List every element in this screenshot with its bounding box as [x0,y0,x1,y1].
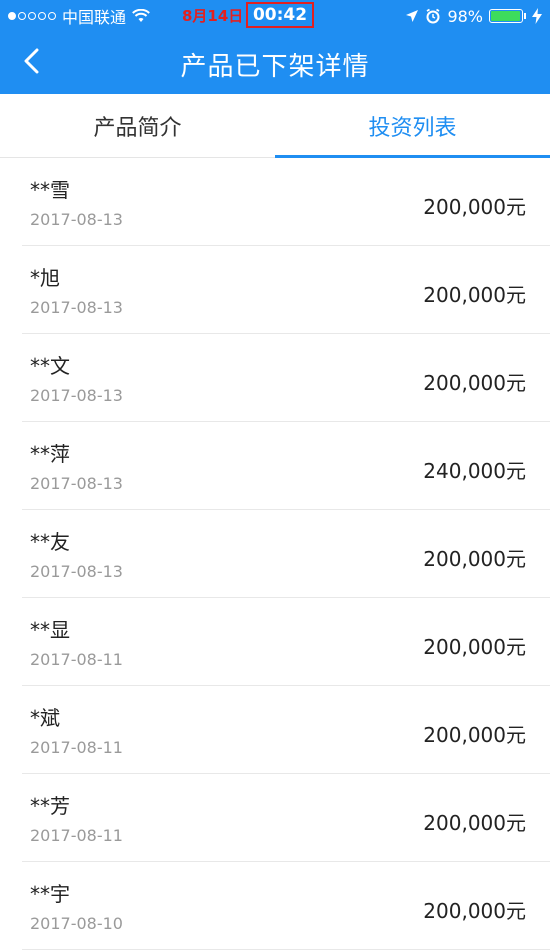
investment-amount: 200,000元 [423,635,526,659]
tab-bar: 产品简介 投资列表 [0,94,550,158]
list-item[interactable]: *斌 2017-08-11 200,000元 [22,686,550,774]
investment-date: 2017-08-13 [30,210,123,229]
investor-name: **雪 [30,178,70,202]
investment-amount: 200,000元 [423,811,526,835]
tab-investment-list[interactable]: 投资列表 [275,94,550,158]
battery-icon [489,9,526,23]
tab-label: 投资列表 [368,115,457,141]
app-header: 中国联通 8月14日 00:42 98% 产品已下架详情 [0,0,550,94]
investment-amount: 200,000元 [423,723,526,747]
alarm-clock-icon [426,8,440,24]
list-item[interactable]: **显 2017-08-11 200,000元 [22,598,550,686]
tab-label: 产品简介 [93,115,182,141]
investment-amount: 240,000元 [423,459,526,483]
list-item[interactable]: *旭 2017-08-13 200,000元 [22,246,550,334]
investment-amount: 200,000元 [423,195,526,219]
list-item[interactable]: **雪 2017-08-13 200,000元 [22,158,550,246]
tab-product-intro[interactable]: 产品简介 [0,94,275,157]
investment-date: 2017-08-13 [30,562,123,581]
investor-name: *旭 [30,266,60,290]
charging-bolt-icon [532,8,542,24]
location-arrow-icon [406,10,419,22]
investment-date: 2017-08-11 [30,650,123,669]
investment-date: 2017-08-11 [30,826,123,845]
list-item[interactable]: **萍 2017-08-13 240,000元 [22,422,550,510]
wifi-icon [132,9,150,22]
carrier-label: 中国联通 [62,8,127,27]
list-item[interactable]: **友 2017-08-13 200,000元 [22,510,550,598]
list-item[interactable]: **宇 2017-08-10 200,000元 [22,862,550,950]
investment-amount: 200,000元 [423,371,526,395]
page-title: 产品已下架详情 [180,52,370,82]
status-right: 98% [405,6,542,26]
investor-name: **友 [30,530,70,554]
investor-name: **芳 [30,794,70,818]
investor-name: **宇 [30,882,70,906]
investment-amount: 200,000元 [423,283,526,307]
signal-strength-icon [8,12,56,20]
list-item[interactable]: **文 2017-08-13 200,000元 [22,334,550,422]
navigation-bar: 产品已下架详情 [0,32,550,94]
status-bar: 中国联通 8月14日 00:42 98% [0,0,550,32]
battery-percent: 98% [447,6,483,26]
investment-amount: 200,000元 [423,547,526,571]
investor-name: **萍 [30,442,70,466]
investment-date: 2017-08-13 [30,474,123,493]
investor-name: **文 [30,354,70,378]
status-time: 00:42 [246,2,314,28]
investment-date: 2017-08-11 [30,738,123,757]
investment-date: 2017-08-13 [30,386,123,405]
investor-name: *斌 [30,706,60,730]
status-left: 中国联通 [8,6,150,27]
investor-name: **显 [30,618,70,642]
investment-date: 2017-08-13 [30,298,123,317]
investment-list: **雪 2017-08-13 200,000元 *旭 2017-08-13 20… [0,158,550,950]
investment-date: 2017-08-10 [30,914,123,933]
investment-amount: 200,000元 [423,899,526,923]
list-item[interactable]: **芳 2017-08-11 200,000元 [22,774,550,862]
date-annotation: 8月14日 [182,7,244,25]
